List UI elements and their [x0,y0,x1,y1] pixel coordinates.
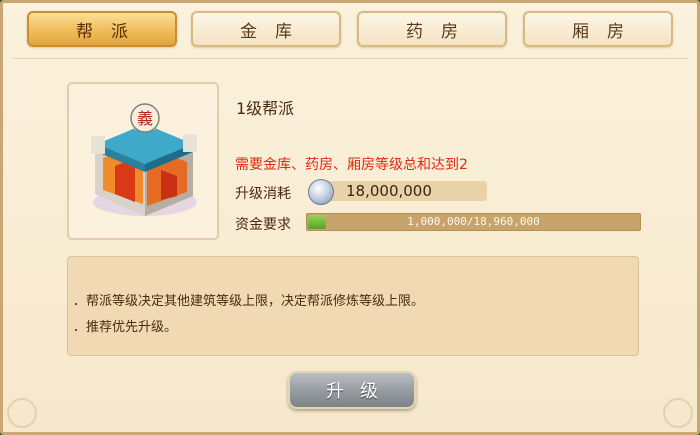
upgrade-cost-label: 升级消耗 [235,186,291,202]
tab-label: 厢房 [572,21,642,42]
fund-progress-text: 1,000,000/18,960,000 [407,215,540,228]
description-line: ．推荐优先升级。 [73,320,178,335]
building-image-frame: 義 [67,82,219,240]
tab-pharmacy[interactable]: 药房 [357,11,507,47]
building-sign-char: 義 [137,109,153,128]
gang-hall-building-icon: 義 [91,103,197,216]
upgrade-requirement-text: 需要金库、药房、厢房等级总和达到2 [235,157,468,173]
fund-requirement-label: 资金要求 [235,217,291,233]
building-level-title: 1级帮派 [236,99,295,118]
fund-progress-bar: 1,000,000/18,960,000 [306,213,641,231]
description-line: ．帮派等级决定其他建筑等级上限，决定帮派修炼等级上限。 [73,294,425,309]
upgrade-button-label: 升级 [326,381,394,402]
tab-wing-room[interactable]: 厢房 [523,11,673,47]
tab-label: 药房 [406,21,476,42]
tab-label: 帮派 [76,21,146,42]
upgrade-button[interactable]: 升级 [288,371,416,409]
gang-building-panel: 帮派 金库 药房 厢房 義 1级帮派 需要金库、药房、厢房等级总和达到2 升级消… [0,0,700,435]
tab-gang[interactable]: 帮派 [27,11,177,47]
silver-coin-icon [308,179,334,205]
tab-label: 金库 [240,21,310,42]
tab-treasury[interactable]: 金库 [191,11,341,47]
upgrade-cost-value: 18,000,000 [346,182,432,200]
